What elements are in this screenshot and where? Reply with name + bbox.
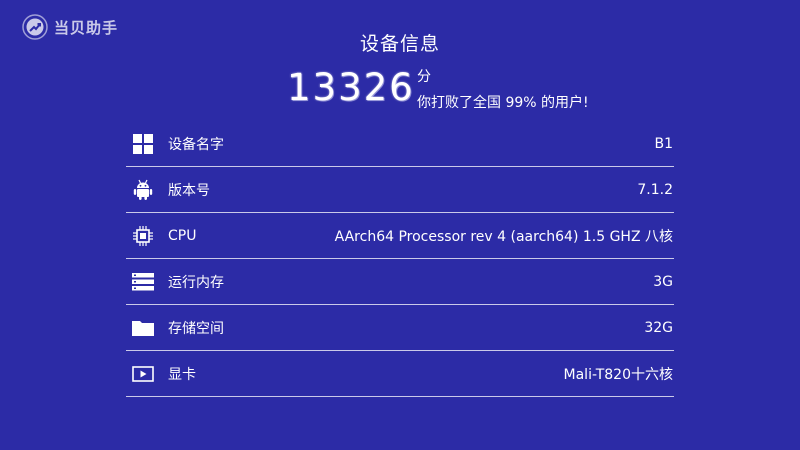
- row-label: 运行内存: [168, 274, 224, 291]
- row-label: 显卡: [168, 366, 196, 383]
- device-info-list: 设备名字 B1 版本号 7.1.2 CPU AArch64 Processor …: [126, 121, 674, 397]
- score-unit: 分: [417, 69, 431, 85]
- android-icon: [132, 179, 154, 201]
- row-value: 32G: [644, 319, 673, 336]
- row-label: 存储空间: [168, 320, 224, 337]
- info-row-gpu: 显卡 Mali-T820十六核: [126, 351, 674, 397]
- page-title: 设备信息: [359, 33, 440, 55]
- memory-icon: [132, 271, 154, 293]
- info-row-version: 版本号 7.1.2: [126, 167, 674, 213]
- info-row-device-name: 设备名字 B1: [126, 121, 674, 167]
- row-label: CPU: [168, 227, 197, 244]
- row-label: 设备名字: [168, 136, 224, 153]
- row-value: Mali-T820十六核: [563, 366, 673, 383]
- folder-icon: [132, 317, 154, 339]
- windows-grid-icon: [132, 133, 154, 155]
- cpu-chip-icon: [132, 225, 154, 247]
- info-row-cpu: CPU AArch64 Processor rev 4 (aarch64) 1.…: [126, 213, 674, 259]
- info-row-memory: 运行内存 3G: [126, 259, 674, 305]
- row-value: AArch64 Processor rev 4 (aarch64) 1.5 GH…: [334, 228, 673, 245]
- benchmark-score: 13326: [287, 66, 415, 109]
- info-row-storage: 存储空间 32G: [126, 305, 674, 351]
- row-label: 版本号: [168, 182, 210, 199]
- video-card-icon: [132, 363, 154, 385]
- row-value: B1: [654, 135, 673, 152]
- row-value: 3G: [653, 273, 673, 290]
- row-value: 7.1.2: [637, 181, 673, 198]
- score-description: 你打败了全国 99% 的用户!: [417, 95, 589, 111]
